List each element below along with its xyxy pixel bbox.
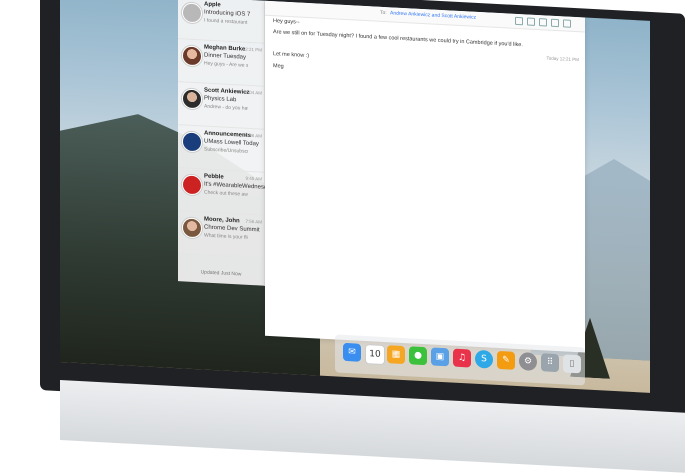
list-item[interactable]: Announcements UMass Lowell Today Subscri… [178, 125, 264, 173]
list-item-subject: Introducing iOS 7 [204, 9, 251, 18]
mail-list-panel: Apple Introducing iOS 7 I found a restau… [178, 0, 274, 286]
list-item-time: 9:45 AM [245, 175, 262, 182]
umass-logo-avatar [182, 131, 202, 153]
avatar [182, 217, 202, 239]
list-item-subject: Dinner Tuesday [204, 52, 247, 61]
list-item[interactable]: Meghan Burke Dinner Tuesday Hey guys - A… [178, 39, 264, 87]
list-item-preview: Hey guys - Are we still on for... [204, 60, 248, 69]
reply-icon[interactable] [551, 18, 559, 28]
list-item-sender: Apple [204, 1, 221, 9]
calendar-icon[interactable]: 10 [365, 343, 385, 366]
monitor: Apple Introducing iOS 7 I found a restau… [0, 0, 700, 473]
list-item-sender: Moore, John [204, 216, 240, 225]
avatar [182, 88, 202, 110]
preview-icon[interactable]: ▣ [431, 347, 449, 367]
message-greeting: Hey guys-- [273, 18, 300, 26]
list-item-subject: Physics Lab [204, 95, 237, 104]
settings-icon[interactable]: ⚙ [519, 352, 537, 371]
list-item-time: 12:21 PM [242, 46, 262, 53]
list-item-preview: Andrew - do you have the... [204, 103, 248, 112]
list-item[interactable]: Scott Ankiewicz Physics Lab Andrew - do … [178, 82, 264, 130]
message-body: Let me know :) [273, 51, 310, 60]
pebble-logo-avatar [182, 174, 202, 196]
list-item-preview: What time is your flight on... [204, 232, 248, 241]
folder-icon[interactable] [527, 17, 535, 26]
list-item-preview: Subscribe/Unsubscribe... [204, 146, 248, 155]
calendar-day: 10 [369, 349, 381, 360]
compose-icon[interactable] [563, 19, 571, 28]
apple-avatar [182, 2, 202, 24]
list-item-preview: I found a restaurant named... [204, 17, 248, 26]
list-item-time: 11:04 AM [243, 89, 262, 96]
updated-status: Updated Just Now [200, 269, 242, 278]
list-item[interactable]: Moore, John Chrome Dev Summit What time … [178, 211, 264, 259]
list-item-sender: Meghan Burke [204, 44, 246, 53]
skype-icon[interactable]: S [475, 349, 493, 369]
photos-icon[interactable]: ▦ [387, 345, 405, 365]
messages-icon[interactable]: ● [409, 346, 427, 366]
list-item[interactable]: Pebble It's #WearableWednesday Check out… [178, 168, 274, 216]
trash-icon[interactable]: ▯ [563, 354, 581, 374]
list-item-sender: Pebble [204, 173, 224, 181]
to-label: To: [380, 9, 387, 17]
pages-icon[interactable]: ✎ [497, 350, 515, 370]
message-signature: Meg [273, 63, 284, 70]
list-item-time: 10:06 AM [242, 132, 262, 139]
avatar [182, 45, 202, 67]
music-icon[interactable]: ♫ [453, 348, 471, 368]
to-recipients[interactable]: Andrew Ankiewicz and Scott Ankiewicz [390, 10, 476, 21]
desktop-screen: Apple Introducing iOS 7 I found a restau… [60, 0, 650, 393]
trash-icon[interactable] [539, 18, 547, 27]
list-item-preview: Check out these awesome... [204, 189, 248, 198]
message-date: Today 12:21 PM [546, 55, 579, 63]
launchpad-icon[interactable]: ⠿ [541, 353, 559, 373]
message-body: Are we still on for Tuesday night? I fou… [273, 29, 523, 49]
mail-icon[interactable]: ✉ [343, 342, 361, 362]
flag-icon[interactable] [515, 16, 523, 26]
list-item[interactable]: Apple Introducing iOS 7 I found a restau… [178, 0, 264, 44]
list-item-time: 7:56 AM [245, 218, 262, 225]
message-window: To: Andrew Ankiewicz and Scott Ankiewicz… [265, 0, 585, 353]
